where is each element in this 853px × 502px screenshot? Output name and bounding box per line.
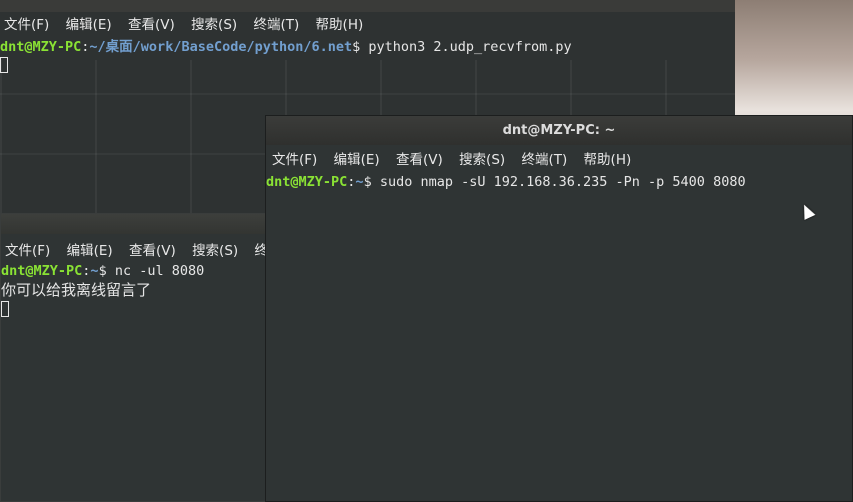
menu-view[interactable]: 查看(V) bbox=[396, 152, 443, 168]
text-cursor bbox=[1, 301, 9, 317]
window-title: dnt@MZY-PC: ~ bbox=[502, 123, 616, 138]
menubar-front: 文件(F) 编辑(E) 查看(V) 搜索(S) 终端(T) 帮助(H) bbox=[266, 149, 852, 171]
window-titlebar-back[interactable] bbox=[0, 0, 735, 12]
menu-file[interactable]: 文件(F) bbox=[4, 17, 49, 33]
command-text: nc -ul 8080 bbox=[106, 263, 205, 279]
menu-help[interactable]: 帮助(H) bbox=[584, 152, 632, 168]
menu-edit[interactable]: 编辑(E) bbox=[67, 243, 113, 259]
menu-file[interactable]: 文件(F) bbox=[5, 243, 50, 259]
menu-terminal[interactable]: 终端(T) bbox=[521, 152, 567, 168]
prompt-path: ~ bbox=[355, 174, 364, 190]
command-text: python3 2.udp_recvfrom.py bbox=[360, 39, 572, 55]
terminal-output-left[interactable]: dnt@MZY-PC:~$ nc -ul 8080 你可以给我离线留言了 bbox=[1, 262, 267, 320]
prompt-dollar: $ bbox=[98, 263, 107, 279]
window-titlebar-left[interactable] bbox=[1, 214, 267, 234]
terminal-window-left[interactable]: 文件(F) 编辑(E) 查看(V) 搜索(S) 终端(T) dnt@MZY-PC… bbox=[0, 213, 300, 502]
menu-search[interactable]: 搜索(S) bbox=[191, 17, 237, 33]
prompt-user: dnt@MZY-PC bbox=[266, 174, 348, 190]
window-titlebar-front[interactable]: dnt@MZY-PC: ~ bbox=[266, 116, 852, 145]
terminal-output-front[interactable]: dnt@MZY-PC:~$ sudo nmap -sU 192.168.36.2… bbox=[266, 171, 852, 192]
prompt-user: dnt@MZY-PC bbox=[1, 263, 83, 279]
menu-view[interactable]: 查看(V) bbox=[128, 17, 175, 33]
prompt-dollar: $ bbox=[363, 174, 372, 190]
received-message: 你可以给我离线留言了 bbox=[1, 281, 152, 299]
menu-edit[interactable]: 编辑(E) bbox=[66, 17, 112, 33]
menu-search[interactable]: 搜索(S) bbox=[459, 152, 505, 168]
menu-edit[interactable]: 编辑(E) bbox=[334, 152, 380, 168]
terminal-window-front[interactable]: dnt@MZY-PC: ~ 文件(F) 编辑(E) 查看(V) 搜索(S) 终端… bbox=[265, 115, 853, 502]
menubar-back: 文件(F) 编辑(E) 查看(V) 搜索(S) 终端(T) 帮助(H) bbox=[0, 12, 735, 38]
menubar-left: 文件(F) 编辑(E) 查看(V) 搜索(S) 终端(T) bbox=[1, 240, 300, 262]
menu-search[interactable]: 搜索(S) bbox=[192, 243, 238, 259]
terminal-output-back[interactable]: dnt@MZY-PC:~/桌面/work/BaseCode/python/6.n… bbox=[0, 38, 735, 76]
menu-file[interactable]: 文件(F) bbox=[272, 152, 317, 168]
menu-view[interactable]: 查看(V) bbox=[129, 243, 176, 259]
menu-help[interactable]: 帮助(H) bbox=[316, 17, 364, 33]
prompt-user: dnt@MZY-PC bbox=[0, 39, 82, 55]
prompt-path: ~/桌面/work/BaseCode/python/6.net bbox=[89, 39, 353, 55]
text-cursor bbox=[0, 57, 8, 73]
prompt-path: ~ bbox=[90, 263, 99, 279]
menu-terminal[interactable]: 终端(T) bbox=[253, 17, 299, 33]
command-text: sudo nmap -sU 192.168.36.235 -Pn -p 5400… bbox=[371, 174, 746, 190]
